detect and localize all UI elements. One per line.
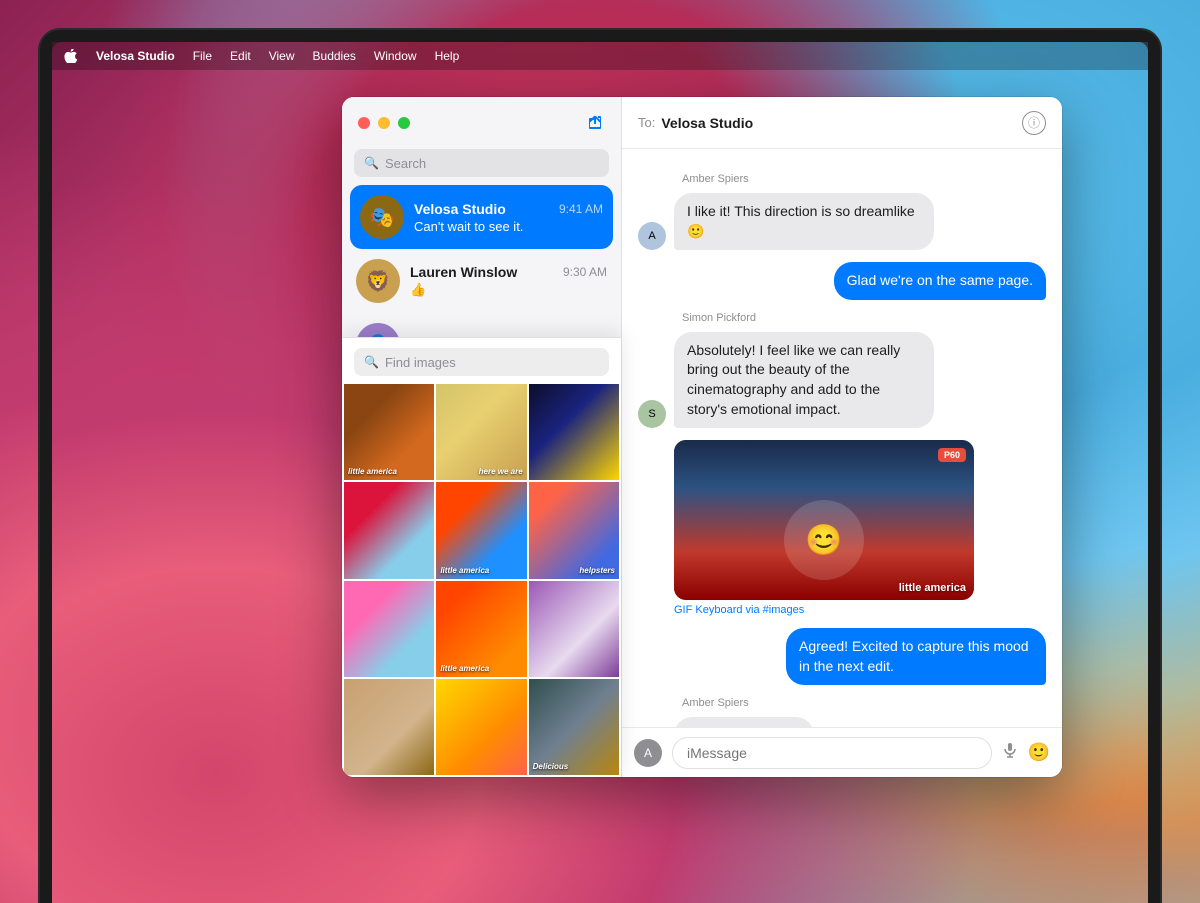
conversation-item-lauren[interactable]: 🦁 Lauren Winslow 9:30 AM 👍 [342,249,621,313]
gif-search-bar[interactable]: 🔍 Find images [354,348,609,376]
chat-panel: To: Velosa Studio ⓘ Amber Spiers A I lik… [622,97,1062,777]
search-icon: 🔍 [364,156,379,170]
gif-search-placeholder: Find images [385,355,456,370]
gif-cell-2[interactable]: here we are [436,384,526,480]
bubble-6: Haha, keep going! [674,717,814,727]
gif-label-6: helpsters [579,566,615,575]
bubble-5: Agreed! Excited to capture this mood in … [786,628,1046,685]
gif-label-2: here we are [479,467,523,476]
gif-message-label: little america [899,582,966,594]
avatar-velosa: 🎭 [360,195,404,239]
conv-name-lauren: Lauren Winslow [410,264,517,280]
sender-label-simon: Simon Pickford [638,312,756,324]
gif-label-12: Delicious [533,762,569,771]
menubar-view[interactable]: View [269,49,295,63]
compose-button[interactable] [585,113,605,133]
chat-messages: Amber Spiers A I like it! This direction… [622,149,1062,727]
gif-cell-6[interactable]: helpsters [529,482,619,578]
gif-cell-7[interactable] [344,581,434,677]
gif-cell-3[interactable] [529,384,619,480]
traffic-light-yellow[interactable] [378,117,390,129]
gif-score: P60 [938,448,966,462]
gif-message-container: 😊 P60 little america GIF Keyboard via #i… [638,440,1046,616]
input-avatar: A [634,739,662,767]
gif-cell-11[interactable] [436,679,526,775]
chat-to-label: To: [638,115,655,130]
gif-cell-9[interactable] [529,581,619,677]
message-row-6: A Haha, keep going! [638,717,1046,727]
gif-grid: little america here we are little americ… [342,384,621,777]
menubar-help[interactable]: Help [435,49,460,63]
chat-input-bar: A 🙂 [622,727,1062,777]
search-placeholder: Search [385,156,426,171]
gif-label-8: little america [440,664,489,673]
gif-cell-12[interactable]: Delicious [529,679,619,775]
gif-cell-10[interactable] [344,679,434,775]
bubble-3: Absolutely! I feel like we can really br… [674,332,934,428]
gif-cell-8[interactable]: little america [436,581,526,677]
message-row-2: Glad we're on the same page. [638,262,1046,300]
conv-info-lauren: Lauren Winslow 9:30 AM 👍 [410,264,607,298]
conv-info-velosa: Velosa Studio 9:41 AM Can't wait to see … [414,201,603,234]
gif-cell-5[interactable]: little america [436,482,526,578]
menubar-messages[interactable]: Velosa Studio [96,49,175,63]
gif-message: 😊 P60 little america [674,440,974,600]
conv-time-velosa: 9:41 AM [559,202,603,216]
bubble-2: Glad we're on the same page. [834,262,1046,300]
gif-cell-4[interactable] [344,482,434,578]
conv-preview-lauren: 👍 [410,282,607,298]
gif-search-icon: 🔍 [364,355,379,369]
gif-keyboard-label: GIF Keyboard via #images [674,604,1046,616]
gif-picker: 🔍 Find images little america here we are [342,337,621,777]
sender-label-amber-2: Amber Spiers [638,697,749,709]
menubar-buddies[interactable]: Buddies [313,49,356,63]
message-avatar-simon: S [638,400,666,428]
audio-icon[interactable] [1002,742,1018,763]
laptop-bezel: Velosa Studio File Edit View Buddies Win… [40,30,1160,903]
chat-info-button[interactable]: ⓘ [1022,111,1046,135]
conv-time-lauren: 9:30 AM [563,265,607,279]
traffic-lights [358,117,410,129]
conv-preview-velosa: Can't wait to see it. [414,219,603,234]
message-row-1: A I like it! This direction is so dreaml… [638,193,1046,250]
sidebar-header [342,97,621,149]
chat-header: To: Velosa Studio ⓘ [622,97,1062,149]
menubar-edit[interactable]: Edit [230,49,251,63]
imessage-input[interactable] [672,737,992,769]
gif-label-1: little america [348,467,397,476]
apple-icon[interactable] [64,49,78,63]
message-row-5: Agreed! Excited to capture this mood in … [638,628,1046,685]
sender-label-amber: Amber Spiers [638,173,749,185]
chat-recipient: Velosa Studio [661,115,753,131]
messages-window: 🔍 Search 🎭 Velosa Studio 9:41 AM Can' [342,97,1062,777]
search-bar[interactable]: 🔍 Search [354,149,609,177]
menubar-window[interactable]: Window [374,49,417,63]
sidebar: 🔍 Search 🎭 Velosa Studio 9:41 AM Can' [342,97,622,777]
avatar-lauren: 🦁 [356,259,400,303]
emoji-icon[interactable]: 🙂 [1028,742,1050,763]
bubble-1: I like it! This direction is so dreamlik… [674,193,934,250]
gif-label-5: little america [440,566,489,575]
menubar-file[interactable]: File [193,49,212,63]
traffic-light-red[interactable] [358,117,370,129]
gif-cell-1[interactable]: little america [344,384,434,480]
conversation-item-velosa[interactable]: 🎭 Velosa Studio 9:41 AM Can't wait to se… [350,185,613,249]
traffic-light-green[interactable] [398,117,410,129]
message-row-3: S Absolutely! I feel like we can really … [638,332,1046,428]
screen-menubar: Velosa Studio File Edit View Buddies Win… [52,42,1148,70]
message-avatar-amber: A [638,222,666,250]
conv-name-velosa: Velosa Studio [414,201,506,217]
laptop-screen: Velosa Studio File Edit View Buddies Win… [52,42,1148,903]
chat-title: To: Velosa Studio [638,115,753,131]
